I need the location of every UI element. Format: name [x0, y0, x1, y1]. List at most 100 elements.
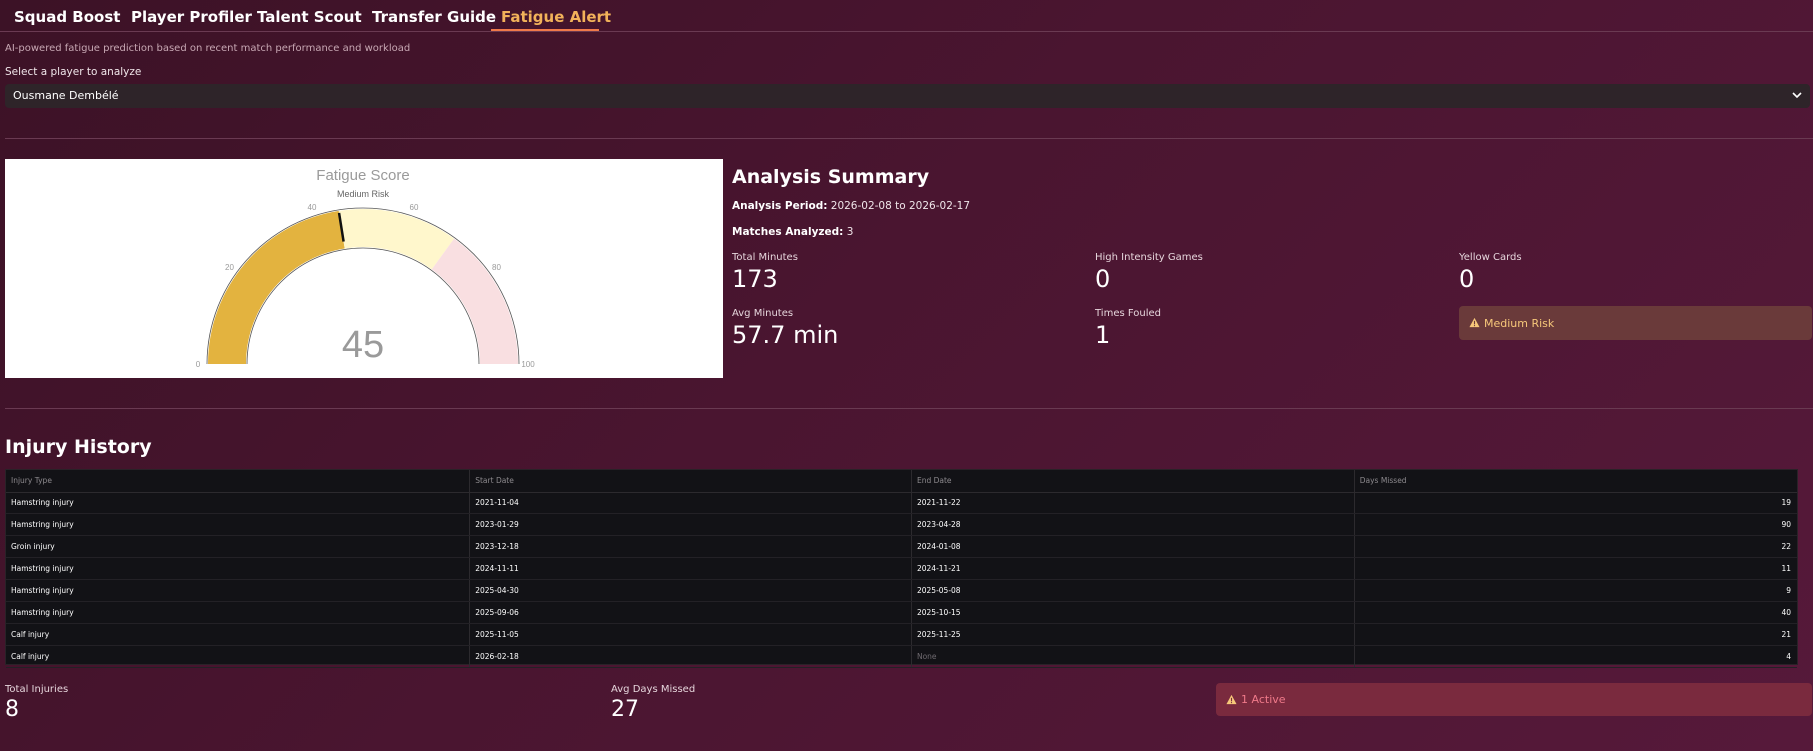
table-row[interactable]: Hamstring injury 2025-09-06 2025-10-15 40 — [6, 601, 1797, 624]
gauge-band — [431, 238, 518, 364]
cell-start-date: 2026-02-18 — [469, 645, 912, 668]
table-row[interactable]: Groin injury 2023-12-18 2024-01-08 22 — [6, 535, 1797, 559]
cell-days-missed: 9 — [1354, 579, 1797, 602]
player-select[interactable]: Ousmane Dembélé — [5, 84, 1810, 108]
cell-injury-type: Calf injury — [6, 623, 471, 646]
analysis-period-label: Analysis Period: — [732, 200, 828, 212]
cell-end-date: 2024-01-08 — [911, 535, 1355, 559]
cell-start-date: 2023-12-18 — [469, 535, 912, 559]
cell-injury-type: Hamstring injury — [6, 513, 471, 537]
risk-alert: Medium Risk — [1459, 306, 1812, 340]
injury-history-title: Injury History — [5, 436, 152, 458]
cell-days-missed: 11 — [1354, 557, 1797, 581]
cell-end-date: 2024-11-21 — [911, 557, 1355, 581]
player-select-label: Select a player to analyze — [5, 66, 142, 78]
tab-squad-boost[interactable]: Squad Boost — [14, 8, 120, 26]
cell-days-missed: 4 — [1354, 645, 1797, 668]
stat-label-avg-days-missed: Avg Days Missed — [611, 684, 696, 695]
table-row[interactable]: Hamstring injury 2021-11-04 2021-11-22 19 — [6, 492, 1797, 515]
cell-injury-type: Hamstring injury — [6, 492, 471, 515]
player-select-value: Ousmane Dembélé — [13, 89, 119, 102]
tab-fatigue-alert[interactable]: Fatigue Alert — [501, 8, 611, 26]
metric-value-high-intensity: 0 — [1095, 265, 1111, 293]
section-divider — [5, 138, 1813, 139]
page-subtitle: AI-powered fatigue prediction based on r… — [5, 43, 411, 54]
cell-start-date: 2025-09-06 — [469, 601, 912, 624]
warning-icon — [1226, 694, 1237, 705]
column-header[interactable]: Days Missed — [1354, 470, 1797, 493]
cell-end-date: 2025-05-08 — [911, 579, 1355, 602]
table-header-row: Injury Type Start Date End Date Days Mis… — [6, 470, 1797, 493]
cell-end-date: 2021-11-22 — [911, 492, 1355, 515]
fatigue-gauge: Fatigue Score Medium Risk 0 20 40 60 80 100 4… — [196, 167, 535, 369]
chevron-down-icon — [1792, 92, 1802, 99]
gauge-value: 45 — [342, 324, 384, 366]
column-header[interactable]: Start Date — [469, 470, 912, 493]
cell-end-date: None — [911, 645, 1355, 668]
metric-label-avg-minutes: Avg Minutes — [732, 308, 794, 319]
cell-days-missed: 21 — [1354, 623, 1797, 646]
gauge-tick-label: 20 — [225, 263, 234, 272]
injury-table[interactable]: Injury Type Start Date End Date Days Mis… — [5, 469, 1798, 668]
cell-end-date: 2025-11-25 — [911, 623, 1355, 646]
cell-start-date: 2024-11-11 — [469, 557, 912, 581]
gauge-tick-label: 100 — [521, 360, 535, 369]
analysis-period-value: 2026-02-08 to 2026-02-17 — [830, 200, 971, 212]
tab-transfer-guide[interactable]: Transfer Guide — [372, 8, 496, 26]
gauge-tick-label: 0 — [196, 360, 201, 369]
gauge-tick-label: 80 — [492, 263, 501, 272]
cell-end-date: 2023-04-28 — [911, 513, 1355, 537]
table-row[interactable]: Hamstring injury 2024-11-11 2024-11-21 11 — [6, 557, 1797, 581]
metric-value-yellow-cards: 0 — [1459, 265, 1475, 293]
column-header[interactable]: End Date — [911, 470, 1355, 493]
cell-days-missed: 90 — [1354, 513, 1797, 537]
matches-analyzed-label: Matches Analyzed: — [732, 226, 844, 238]
cell-start-date: 2025-04-30 — [469, 579, 912, 602]
metric-label-total-minutes: Total Minutes — [732, 252, 798, 263]
cell-injury-type: Hamstring injury — [6, 601, 471, 624]
gauge-subtitle: Medium Risk — [337, 189, 390, 199]
cell-end-date: 2025-10-15 — [911, 601, 1355, 624]
tab-player-profiler[interactable]: Player Profiler — [131, 8, 252, 26]
cell-injury-type: Hamstring injury — [6, 579, 471, 602]
analysis-period: Analysis Period: 2026-02-08 to 2026-02-1… — [732, 200, 970, 212]
stat-value-avg-days-missed: 27 — [611, 697, 639, 722]
column-header[interactable]: Injury Type — [6, 470, 471, 493]
metric-value-times-fouled: 1 — [1095, 321, 1111, 349]
cell-start-date: 2021-11-04 — [469, 492, 912, 515]
table-row[interactable]: Hamstring injury 2025-04-30 2025-05-08 9 — [6, 579, 1797, 602]
fatigue-gauge-card: Fatigue Score Medium Risk 0 20 40 60 80 100 4… — [5, 159, 723, 378]
cell-injury-type: Hamstring injury — [6, 557, 471, 581]
gauge-tick-label: 40 — [308, 203, 317, 212]
analysis-summary-title: Analysis Summary — [732, 166, 930, 188]
stat-label-total-injuries: Total Injuries — [5, 684, 69, 695]
cell-injury-type: Calf injury — [6, 645, 471, 668]
cell-days-missed: 22 — [1354, 535, 1797, 559]
risk-alert-text: Medium Risk — [1484, 317, 1555, 330]
cell-days-missed: 19 — [1354, 492, 1797, 515]
matches-analyzed-value: 3 — [846, 226, 854, 238]
cell-days-missed: 40 — [1354, 601, 1797, 624]
gauge-band — [338, 209, 455, 270]
matches-analyzed: Matches Analyzed: 3 — [732, 226, 853, 238]
active-tab-indicator — [491, 29, 599, 31]
stat-value-total-injuries: 8 — [5, 697, 19, 722]
warning-icon — [1469, 317, 1480, 328]
tab-talent-scout[interactable]: Talent Scout — [257, 8, 362, 26]
gauge-title: Fatigue Score — [316, 167, 409, 184]
section-divider — [5, 408, 1813, 409]
table-row[interactable]: Calf injury 2026-02-18 None 4 — [6, 645, 1797, 668]
metric-value-total-minutes: 173 — [732, 265, 778, 293]
metric-label-high-intensity: High Intensity Games — [1095, 252, 1203, 263]
gauge-tick-label: 60 — [410, 203, 419, 212]
table-row[interactable]: Hamstring injury 2023-01-29 2023-04-28 90 — [6, 513, 1797, 537]
cell-start-date: 2023-01-29 — [469, 513, 912, 537]
tab-bar: Squad Boost Player Profiler Talent Scout… — [0, 0, 1813, 32]
active-injury-alert-text: 1 Active — [1241, 693, 1286, 706]
metric-label-yellow-cards: Yellow Cards — [1459, 252, 1522, 263]
active-injury-alert: 1 Active — [1216, 683, 1812, 716]
table-row[interactable]: Calf injury 2025-11-05 2025-11-25 21 — [6, 623, 1797, 646]
cell-start-date: 2025-11-05 — [469, 623, 912, 646]
cell-injury-type: Groin injury — [6, 535, 471, 559]
metric-label-times-fouled: Times Fouled — [1095, 308, 1161, 319]
